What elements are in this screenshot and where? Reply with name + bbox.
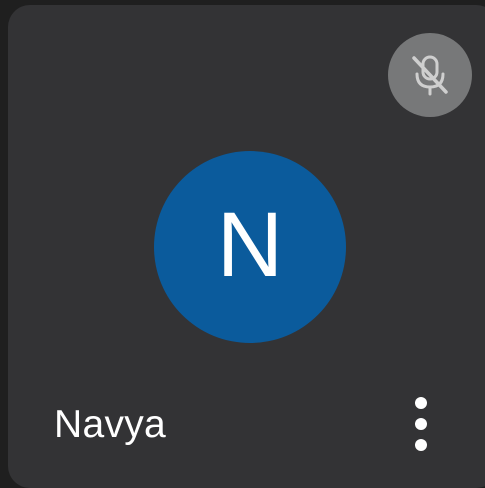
participant-name: Navya (54, 403, 167, 446)
more-options-button[interactable] (404, 389, 438, 459)
dot (415, 418, 427, 430)
dot (415, 397, 427, 409)
dot (415, 439, 427, 451)
mic-off-icon (402, 47, 458, 103)
mic-status-badge (388, 33, 472, 117)
avatar: N (154, 151, 346, 343)
avatar-initial: N (216, 194, 284, 296)
participant-tile: N Navya (8, 5, 485, 488)
more-vert-icon (415, 397, 427, 451)
